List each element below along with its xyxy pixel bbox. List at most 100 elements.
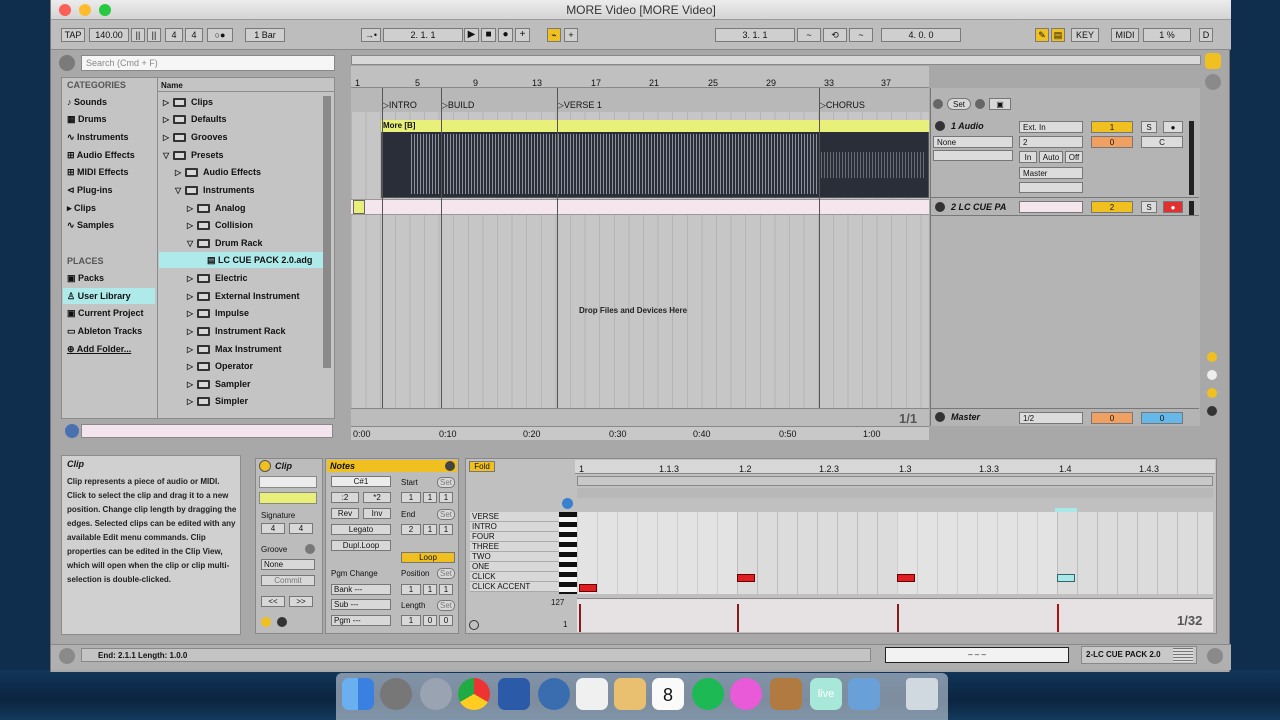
category-midi-effects[interactable]: ⊞ MIDI Effects	[67, 164, 129, 180]
arm-button[interactable]: ●	[1163, 201, 1183, 213]
add-button[interactable]: +	[564, 28, 578, 42]
next-locator-icon[interactable]	[975, 99, 985, 109]
tap-button[interactable]: TAP	[61, 28, 85, 42]
browser-item-grooves[interactable]: ▷ Grooves	[163, 129, 228, 145]
metronome-button[interactable]: ○●	[207, 28, 233, 42]
piano-key-one[interactable]: ONE	[470, 562, 559, 572]
tempo-field[interactable]: 140.00	[89, 28, 129, 42]
browser-item-clips[interactable]: ▷ Clips	[163, 94, 213, 110]
audio-track-name[interactable]: 1 Audio	[951, 121, 984, 131]
end-bar[interactable]: 2	[401, 524, 421, 535]
midi-track-name[interactable]: 2 LC CUE PA	[951, 202, 1006, 212]
note-field[interactable]: C#1	[331, 476, 391, 487]
time-ruler[interactable]	[351, 426, 929, 440]
volume-field[interactable]: 0	[1091, 136, 1133, 148]
piano-key-two[interactable]: TWO	[470, 552, 559, 562]
midi-map-button[interactable]: MIDI	[1111, 28, 1139, 42]
output-select[interactable]: Master	[1019, 167, 1083, 179]
midi-note[interactable]	[897, 574, 915, 582]
browser-item-audio-effects[interactable]: ▷ Audio Effects	[175, 164, 261, 180]
arrangement-overview[interactable]	[351, 55, 1201, 65]
piano-key-click-accent[interactable]: CLICK ACCENT	[470, 582, 559, 592]
input-type-select[interactable]: Ext. In	[1019, 121, 1083, 133]
word-icon[interactable]	[498, 678, 530, 710]
category-sounds[interactable]: ♪ Sounds	[67, 94, 107, 110]
add-folder-link[interactable]: ⊕ Add Folder...	[67, 341, 131, 357]
bank-select[interactable]: Bank ---	[331, 584, 391, 595]
start-sixteenth[interactable]: 1	[439, 492, 453, 503]
arrangement-position[interactable]: 2. 1. 1	[383, 28, 463, 42]
punch-in-position[interactable]: 3. 1. 1	[715, 28, 795, 42]
piano-key-click[interactable]: CLICK	[470, 572, 559, 582]
finder-icon[interactable]	[342, 678, 374, 710]
velocity-toggle-icon[interactable]	[469, 620, 479, 630]
category-plugins[interactable]: ⊲ Plug-ins	[67, 182, 113, 198]
place-current-project[interactable]: ▣ Current Project	[67, 305, 144, 321]
loop-button[interactable]: Loop	[401, 552, 455, 563]
browser-item-external-instrument[interactable]: ▷ External Instrument	[187, 288, 300, 304]
quantize-menu[interactable]: 1 Bar	[245, 28, 285, 42]
automation-arm-button[interactable]: ⌁	[547, 28, 561, 42]
browser-item-instrument-rack[interactable]: ▷ Instrument Rack	[187, 323, 286, 339]
launch-icon[interactable]	[261, 617, 271, 627]
preview-icon[interactable]	[614, 678, 646, 710]
minimize-icon[interactable]	[79, 4, 91, 16]
midi-note-selected[interactable]	[1057, 574, 1075, 582]
midi-track-lane[interactable]	[351, 199, 929, 215]
record-button[interactable]: ●	[498, 28, 513, 42]
piano-key-verse[interactable]: VERSE	[470, 512, 559, 522]
locator-chorus[interactable]: ▷CHORUS	[819, 100, 865, 111]
piano-key-four[interactable]: FOUR	[470, 532, 559, 542]
solo-button[interactable]: S	[1141, 201, 1157, 213]
place-ableton-tracks[interactable]: ▭ Ableton Tracks	[67, 323, 142, 339]
launchpad-icon[interactable]	[420, 678, 452, 710]
computer-keyboard-button[interactable]: ▤	[1051, 28, 1065, 42]
position-set-button[interactable]: Set	[437, 568, 455, 579]
monitor-off-button[interactable]: Off	[1065, 151, 1083, 163]
start-set-button[interactable]: Set	[437, 477, 455, 488]
punch-in-button[interactable]: ~	[797, 28, 821, 42]
position-beat[interactable]: 1	[423, 584, 437, 595]
lock-button[interactable]: ▣	[989, 98, 1011, 110]
master-track-name[interactable]: Master	[951, 412, 980, 422]
browser-item-simpler[interactable]: ▷ Simpler	[187, 393, 248, 409]
commit-button[interactable]: Commit	[261, 575, 315, 586]
browser-item-electric[interactable]: ▷ Electric	[187, 270, 248, 286]
back-to-arrangement-icon[interactable]	[933, 99, 943, 109]
category-clips[interactable]: ▸ Clips	[67, 200, 96, 216]
legato-button[interactable]: Legato	[331, 524, 391, 535]
monitor-in-button[interactable]: In	[1019, 151, 1037, 163]
input-sub-select[interactable]: 2	[1019, 136, 1083, 148]
browser-item-sampler[interactable]: ▷ Sampler	[187, 376, 251, 392]
length-set-button[interactable]: Set	[437, 600, 455, 611]
ableton-live-icon[interactable]: live	[810, 678, 842, 710]
arm-button[interactable]: ●	[1163, 121, 1183, 133]
arrangement-ruler[interactable]	[351, 66, 929, 88]
chrome-icon[interactable]	[458, 678, 490, 710]
draw-mode-button[interactable]: ✎	[1035, 28, 1049, 42]
locator-intro[interactable]: ▷INTRO	[382, 100, 417, 111]
category-audio-effects[interactable]: ⊞ Audio Effects	[67, 147, 135, 163]
length-beat[interactable]: 0	[423, 615, 437, 626]
prev-clip-button[interactable]: <<	[261, 596, 285, 607]
end-beat[interactable]: 1	[423, 524, 437, 535]
start-marker-strip[interactable]	[577, 488, 1213, 498]
delay-toggle-icon[interactable]	[1207, 406, 1217, 416]
groove-hot-swap-icon[interactable]	[305, 544, 315, 554]
category-instruments[interactable]: ∿ Instruments	[67, 129, 129, 145]
velocity-bar[interactable]	[1057, 604, 1059, 632]
fold-button[interactable]: Fold	[469, 461, 495, 472]
zoom-icon[interactable]	[99, 4, 111, 16]
loop-length[interactable]: 4. 0. 0	[881, 28, 961, 42]
master-volume-field[interactable]: 0	[1091, 412, 1133, 424]
browser-item-instruments[interactable]: ▽ Instruments	[175, 182, 255, 198]
fold-icon[interactable]	[935, 202, 945, 212]
preview-strip[interactable]	[81, 424, 333, 438]
solo-button[interactable]: S	[1141, 121, 1157, 133]
midi-note[interactable]	[579, 584, 597, 592]
audio-clip-header[interactable]: More [B]	[381, 120, 929, 132]
locator-verse-1[interactable]: ▷VERSE 1	[557, 100, 602, 111]
end-set-button[interactable]: Set	[437, 509, 455, 520]
guitar-icon[interactable]	[770, 678, 802, 710]
pgm-select[interactable]: Pgm ---	[331, 615, 391, 626]
